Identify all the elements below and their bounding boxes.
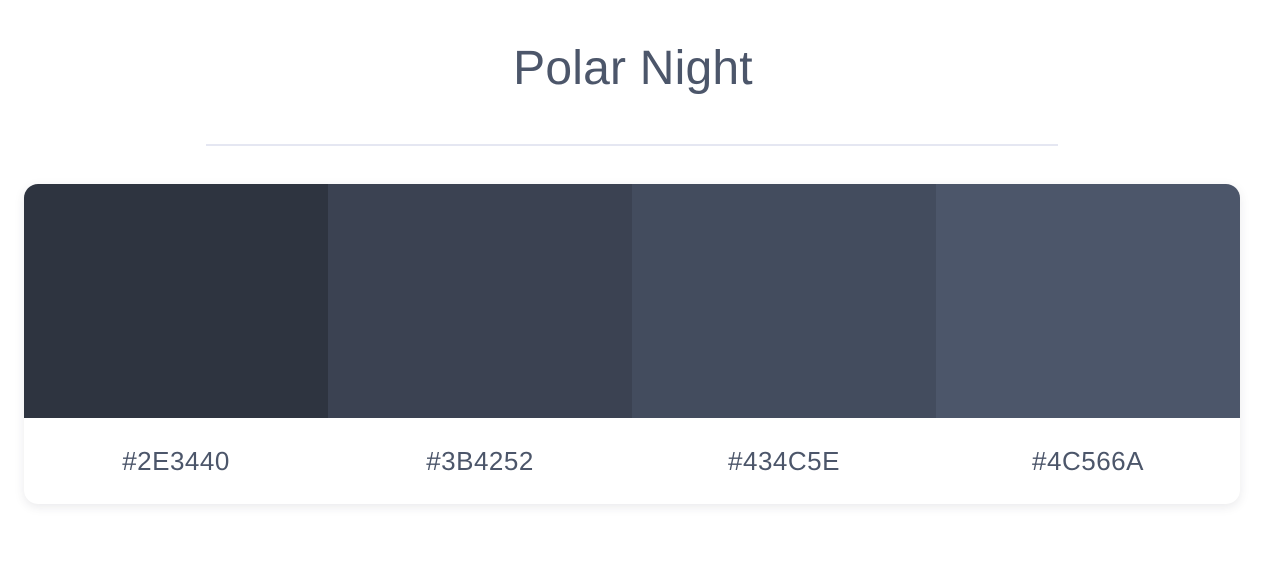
swatch-2[interactable]: #3B4252	[328, 184, 632, 504]
swatch-color-block	[328, 184, 632, 418]
swatch-color-block	[936, 184, 1240, 418]
swatch-hex-label: #2E3440	[122, 445, 230, 476]
swatch-color-block	[24, 184, 328, 418]
swatch-hex-label: #4C566A	[1032, 445, 1144, 476]
swatch-1[interactable]: #2E3440	[24, 184, 328, 504]
title-divider	[206, 144, 1058, 146]
palette-card: #2E3440 #3B4252 #434C5E #4C566A	[24, 184, 1240, 504]
swatch-3[interactable]: #434C5E	[632, 184, 936, 504]
page-title: Polar Night	[513, 42, 753, 95]
swatch-hex-label: #434C5E	[728, 445, 840, 476]
palette-page: Polar Night #2E3440 #3B4252 #434C5E #4C5…	[0, 0, 1266, 576]
swatch-hex-label: #3B4252	[426, 445, 534, 476]
swatch-4[interactable]: #4C566A	[936, 184, 1240, 504]
swatch-color-block	[632, 184, 936, 418]
